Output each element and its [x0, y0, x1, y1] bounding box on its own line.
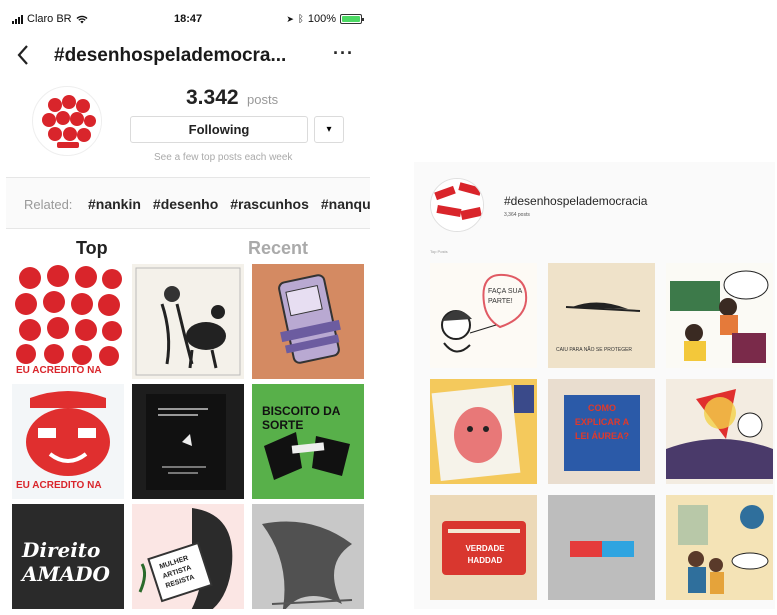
tab-top[interactable]: Top [76, 238, 108, 259]
following-button[interactable]: Following [130, 116, 308, 143]
post-thumbnail[interactable] [252, 504, 364, 609]
post-caption: EU ACREDITO NA [16, 480, 102, 491]
battery-percent: 100% [307, 13, 336, 25]
instagram-mobile-screen: Claro BR 18:47 ➤ ᛒ 100% #desenhospeladem… [6, 6, 370, 609]
post-artwork [146, 394, 226, 490]
bluetooth-icon: ᛒ [297, 13, 304, 25]
instagram-web-page: #desenhospelademocracia 3,364 posts Top … [414, 162, 775, 609]
post-artwork [278, 274, 341, 364]
location-arrow-icon: ➤ [286, 13, 294, 24]
post-artwork [666, 389, 773, 479]
hashtag-avatar [32, 86, 102, 156]
hashtag-title: #desenhospelademocra... [54, 45, 287, 66]
related-tag[interactable]: #rascunhos [230, 196, 309, 212]
post-thumbnail[interactable]: CAIU PARA NÃO SE PROTEGER [548, 263, 655, 368]
post-artwork [252, 504, 364, 609]
post-artwork [135, 267, 241, 376]
related-tag[interactable]: #desenho [153, 196, 218, 212]
carrier-name: Claro BR [27, 13, 72, 25]
related-tags: #nankin #desenho #rascunhos #nanqui [88, 196, 370, 212]
hashtag-title: #desenhospelademocracia [504, 194, 648, 208]
related-tag[interactable]: #nanqui [321, 196, 370, 212]
post-artwork [678, 505, 769, 594]
related-tag[interactable]: #nankin [88, 196, 141, 212]
post-artwork [670, 270, 769, 363]
divider [6, 228, 370, 229]
post-grid: EU ACREDITO NA EU ACREDITO NA BISCOITO D… [12, 264, 370, 609]
hashtag-avatar [430, 178, 484, 232]
section-label: Top Posts [430, 249, 448, 254]
feed-tabs: Top Recent [6, 230, 370, 264]
related-hashtags-bar: Related: #nankin #desenho #rascunhos #na… [6, 178, 370, 228]
post-count-label: posts [247, 92, 279, 107]
post-thumbnail[interactable] [430, 379, 537, 484]
top-posts-hint: See a few top posts each week [154, 152, 293, 163]
post-thumbnail[interactable] [548, 495, 655, 600]
post-thumbnail[interactable]: COMO EXPLICAR A LEI ÁUREA? [548, 379, 655, 484]
post-caption: CAIU PARA NÃO SE PROTEGER [556, 347, 633, 353]
avatar-artwork [431, 179, 483, 231]
post-count: 3.342 posts [186, 86, 278, 110]
clock: 18:47 [174, 13, 203, 25]
post-caption: Direito AMADO [22, 538, 110, 586]
post-artwork [441, 273, 528, 353]
post-thumbnail[interactable]: EU ACREDITO NA [12, 264, 124, 379]
nav-bar: #desenhospelademocra... ··· [6, 34, 370, 78]
post-count-number: 3.342 [186, 86, 239, 109]
post-thumbnail[interactable]: FAÇA SUA PARTE! [430, 263, 537, 368]
post-artwork [570, 541, 634, 557]
status-right: ➤ ᛒ 100% [286, 13, 364, 25]
chevron-left-icon[interactable] [16, 44, 30, 66]
status-left: Claro BR [12, 13, 88, 25]
status-bar: Claro BR 18:47 ➤ ᛒ 100% [6, 6, 370, 30]
post-artwork [431, 385, 534, 481]
post-thumbnail[interactable]: VERDADE HADDAD [430, 495, 537, 600]
post-artwork [15, 265, 122, 366]
related-label: Related: [24, 197, 73, 212]
post-count: 3,364 posts [504, 212, 530, 218]
signal-icon [12, 14, 23, 24]
post-thumbnail[interactable] [666, 263, 773, 368]
avatar-artwork [35, 89, 101, 155]
post-thumbnail[interactable] [666, 495, 773, 600]
post-thumbnail[interactable]: BISCOITO DA SORTE [252, 384, 364, 499]
more-options-icon[interactable]: ··· [333, 43, 354, 64]
post-thumbnail[interactable] [132, 384, 244, 499]
post-thumbnail[interactable] [132, 264, 244, 379]
post-thumbnail[interactable]: Direito AMADO [12, 504, 124, 609]
post-thumbnail[interactable] [666, 379, 773, 484]
wifi-icon [76, 15, 88, 23]
post-caption: VERDADE HADDAD [465, 544, 505, 565]
follow-dropdown-button[interactable]: ▾ [314, 116, 344, 143]
post-thumbnail[interactable]: EU ACREDITO NA [12, 384, 124, 499]
tab-recent[interactable]: Recent [248, 238, 308, 259]
post-thumbnail[interactable] [252, 264, 364, 379]
post-caption: COMO EXPLICAR A LEI ÁUREA? [574, 403, 630, 441]
post-caption: FAÇA SUA PARTE! [488, 288, 522, 305]
post-artwork [264, 432, 350, 480]
post-grid: FAÇA SUA PARTE! CAIU PARA NÃO SE PROTEGE… [430, 263, 774, 600]
post-caption: EU ACREDITO NA [16, 365, 102, 376]
battery-icon [340, 14, 364, 24]
post-thumbnail[interactable]: MULHER ARTISTA RESISTA [132, 504, 244, 609]
